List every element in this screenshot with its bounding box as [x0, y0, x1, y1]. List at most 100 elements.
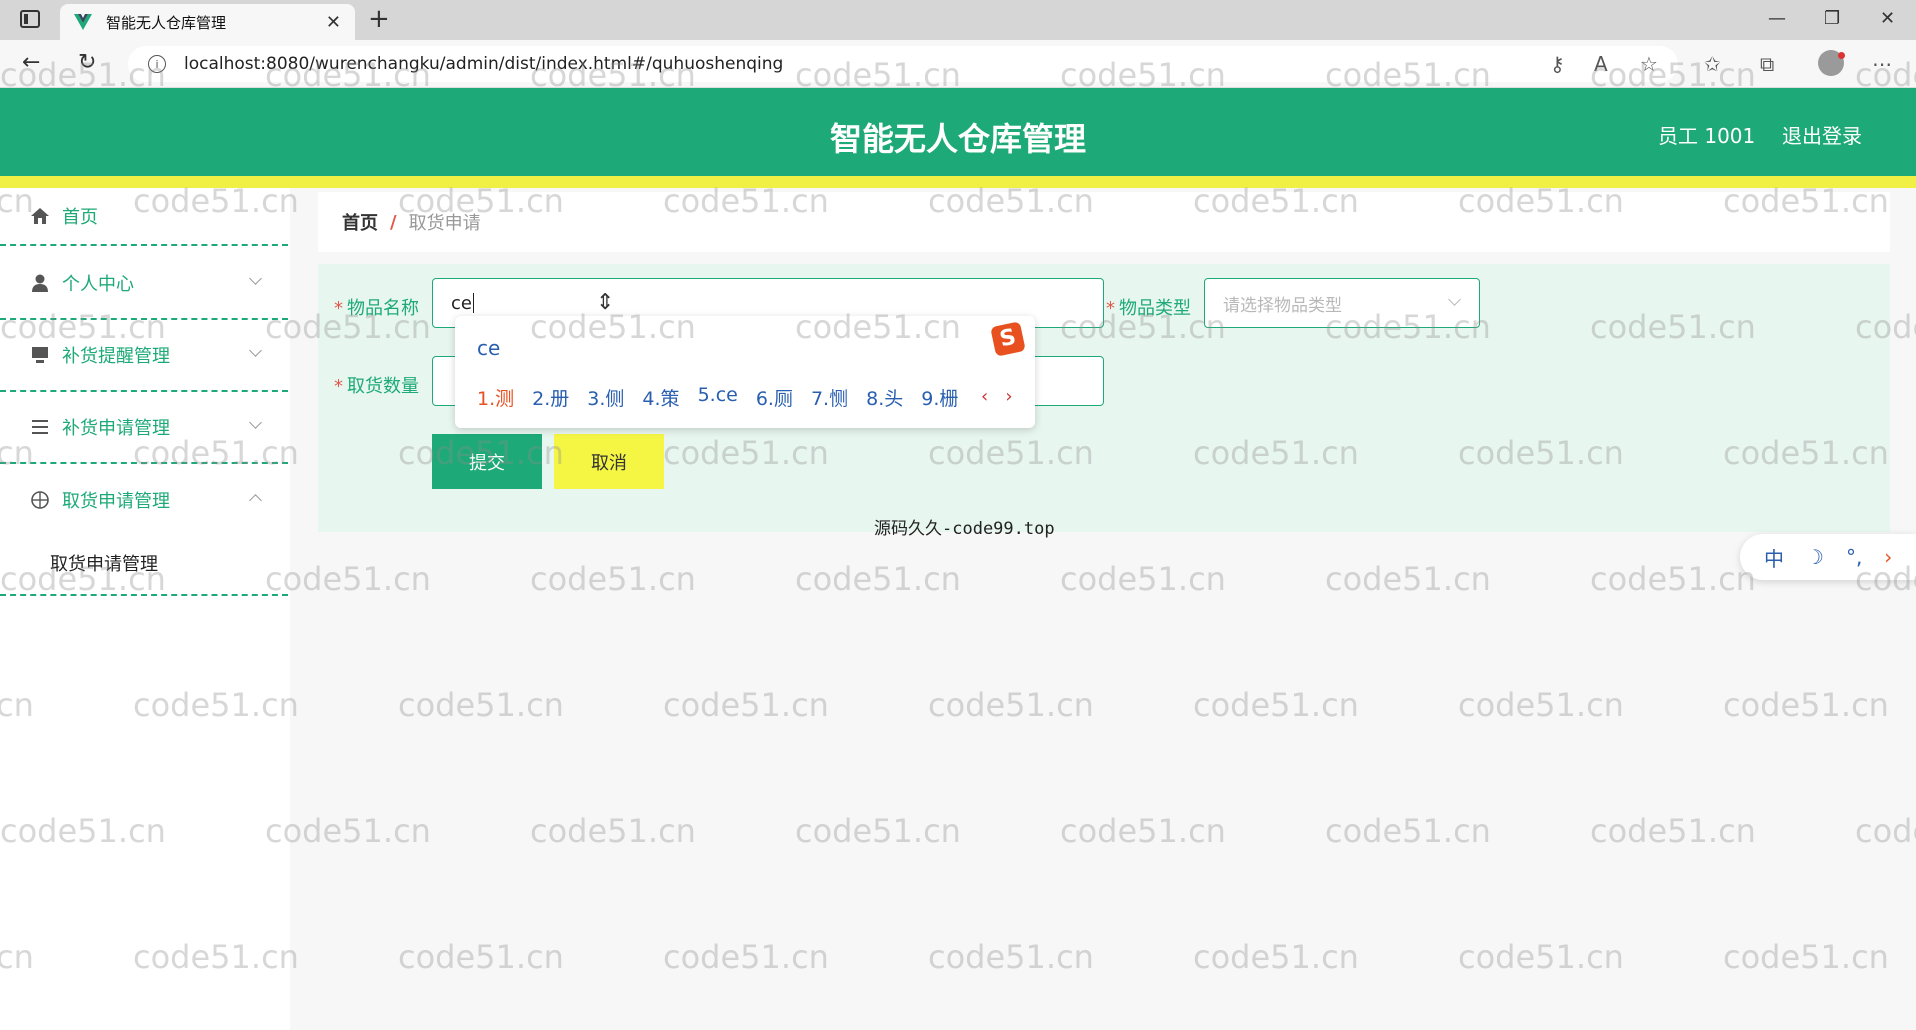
ime-expand-icon[interactable]: ›	[1884, 545, 1892, 569]
address-bar[interactable]: i localhost:8080/wurenchangku/admin/dist…	[128, 46, 1678, 82]
sidebar-subitem-pickup-request[interactable]: 取货申请管理	[0, 532, 288, 596]
watermark-text: code51.cn	[928, 938, 1094, 976]
header-stripe	[0, 176, 1916, 188]
browser-tab[interactable]: 智能无人仓库管理 ✕	[60, 4, 355, 40]
sidebar-item-restock-request[interactable]: 补货申请管理	[0, 392, 288, 464]
watermark-text: code51.cn	[1458, 686, 1624, 724]
minimize-icon[interactable]: —	[1768, 8, 1786, 29]
ime-candidate[interactable]: 4.策	[642, 384, 679, 411]
ime-candidate[interactable]: 5.ce	[698, 384, 738, 411]
watermark-text: code51.cn	[398, 938, 564, 976]
watermark-text: code51.cn	[1590, 560, 1756, 598]
browser-tabbar: 智能无人仓库管理 ✕ + — ❐ ✕	[0, 0, 1916, 40]
watermark-text: code51.cn	[530, 560, 696, 598]
watermark-text: code51.cn	[1723, 938, 1889, 976]
chevron-down-icon	[249, 272, 262, 285]
breadcrumb-home[interactable]: 首页	[342, 209, 378, 235]
read-aloud-icon[interactable]: A	[1594, 52, 1608, 76]
watermark-text: code51.cn	[1458, 938, 1624, 976]
sidebar-item-label: 补货提醒管理	[62, 346, 170, 367]
submit-button[interactable]: 提交	[432, 434, 542, 489]
ime-punctuation-icon[interactable]: °,	[1846, 545, 1862, 569]
ime-chinese-mode-icon[interactable]: 中	[1764, 543, 1784, 572]
sidebar-item-profile[interactable]: 个人中心	[0, 248, 288, 320]
sidebar-item-pickup-request[interactable]: 取货申请管理	[0, 464, 288, 536]
collections-icon[interactable]: ⧉	[1760, 52, 1774, 76]
quantity-label: * 取货数量	[334, 376, 419, 397]
home-icon	[31, 208, 49, 224]
sidebar: 首页 个人中心 补货提醒管理 补货申请管理 取货申请管理 取货申请管理	[0, 188, 290, 1030]
sidebar-item-label: 个人中心	[62, 274, 134, 295]
sidebar-item-label: 首页	[62, 207, 98, 228]
sidebar-item-home[interactable]: 首页	[0, 188, 288, 246]
favorite-icon[interactable]: ☆	[1640, 52, 1658, 76]
key-icon[interactable]: ⚷	[1550, 52, 1565, 76]
notification-dot	[1838, 52, 1845, 59]
close-tab-icon[interactable]: ✕	[326, 12, 341, 33]
watermark-text: code51.cn	[398, 686, 564, 724]
item-name-label: * 物品名称	[334, 298, 419, 319]
ime-candidate[interactable]: 9.栅	[921, 384, 958, 411]
chevron-up-icon	[249, 494, 262, 507]
app-header: 智能无人仓库管理 员工 1001 退出登录	[0, 88, 1916, 176]
breadcrumb-separator: /	[390, 211, 397, 233]
watermark-text: code51.cn	[795, 812, 961, 850]
chevron-down-icon	[249, 416, 262, 429]
logout-link[interactable]: 退出登录	[1782, 120, 1862, 149]
watermark-text: code51.cn	[1060, 560, 1226, 598]
breadcrumb-current: 取货申请	[408, 213, 481, 234]
ime-next-page-icon[interactable]: ›	[1005, 386, 1012, 407]
browser-toolbar: ← ↻ i localhost:8080/wurenchangku/admin/…	[0, 40, 1916, 88]
watermark-text: code51.cn	[928, 686, 1094, 724]
watermark-text: code51.cn	[1855, 812, 1916, 850]
ime-candidate-popup: ce S 1.测 2.册 3.侧 4.策 5.ce 6.厕 7.恻 8.头 9.…	[455, 316, 1035, 428]
close-window-icon[interactable]: ✕	[1880, 8, 1895, 29]
watermark-text: code51.cn	[663, 686, 829, 724]
breadcrumb: 首页 / 取货申请	[318, 192, 1890, 252]
more-options-icon[interactable]: ⋯	[1872, 52, 1892, 76]
restore-icon[interactable]: ❐	[1824, 8, 1840, 29]
watermark-text: code51.cn	[1590, 812, 1756, 850]
chevron-down-icon	[249, 344, 262, 357]
footer-text: 源码久久-code99.top	[874, 519, 1055, 539]
back-icon[interactable]: ←	[22, 50, 40, 75]
ime-prev-page-icon[interactable]: ‹	[981, 386, 988, 407]
sidebar-item-restock-reminder[interactable]: 补货提醒管理	[0, 320, 288, 392]
ime-composition: ce	[477, 336, 501, 360]
tab-title: 智能无人仓库管理	[106, 13, 227, 32]
watermark-text: code51.cn	[530, 812, 696, 850]
ime-candidate[interactable]: 8.头	[866, 384, 903, 411]
sidebar-item-label: 补货申请管理	[62, 418, 170, 439]
ime-candidate[interactable]: 1.测	[477, 384, 514, 411]
ime-candidate-list: 1.测 2.册 3.侧 4.策 5.ce 6.厕 7.恻 8.头 9.栅	[477, 384, 976, 411]
vue-logo-icon	[74, 14, 92, 30]
favorites-list-icon[interactable]: ✩	[1704, 52, 1721, 76]
tab-actions-icon[interactable]	[20, 10, 40, 28]
compass-icon	[31, 491, 49, 509]
item-name-value: ce	[451, 292, 472, 314]
info-icon[interactable]: i	[148, 55, 166, 73]
chevron-down-icon	[1448, 293, 1461, 306]
watermark-text: code51.cn	[1325, 560, 1491, 598]
watermark-text: code51.cn	[1193, 686, 1359, 724]
user-icon	[32, 274, 48, 292]
watermark-text: code51.cn	[795, 560, 961, 598]
item-type-label: * 物品类型	[1106, 298, 1191, 319]
ime-candidate[interactable]: 6.厕	[756, 384, 793, 411]
watermark-text: code51.cn	[1193, 938, 1359, 976]
ime-toolbar: 中 ☽ °, ›	[1740, 534, 1916, 580]
cancel-button[interactable]: 取消	[554, 434, 664, 489]
refresh-icon[interactable]: ↻	[78, 50, 96, 75]
ime-candidate[interactable]: 7.恻	[811, 384, 848, 411]
ime-page-controls: ‹ ›	[981, 386, 1013, 407]
item-type-placeholder: 请选择物品类型	[1223, 295, 1342, 316]
item-type-select[interactable]: 请选择物品类型	[1204, 278, 1480, 328]
ime-candidate[interactable]: 2.册	[532, 384, 569, 411]
ime-candidate[interactable]: 3.侧	[587, 384, 624, 411]
sidebar-item-label: 取货申请管理	[62, 491, 170, 512]
list-icon	[32, 420, 48, 434]
app-title: 智能无人仓库管理	[829, 120, 1086, 158]
new-tab-icon[interactable]: +	[368, 4, 390, 34]
ime-moon-icon[interactable]: ☽	[1806, 545, 1824, 569]
watermark-text: code51.cn	[1060, 812, 1226, 850]
